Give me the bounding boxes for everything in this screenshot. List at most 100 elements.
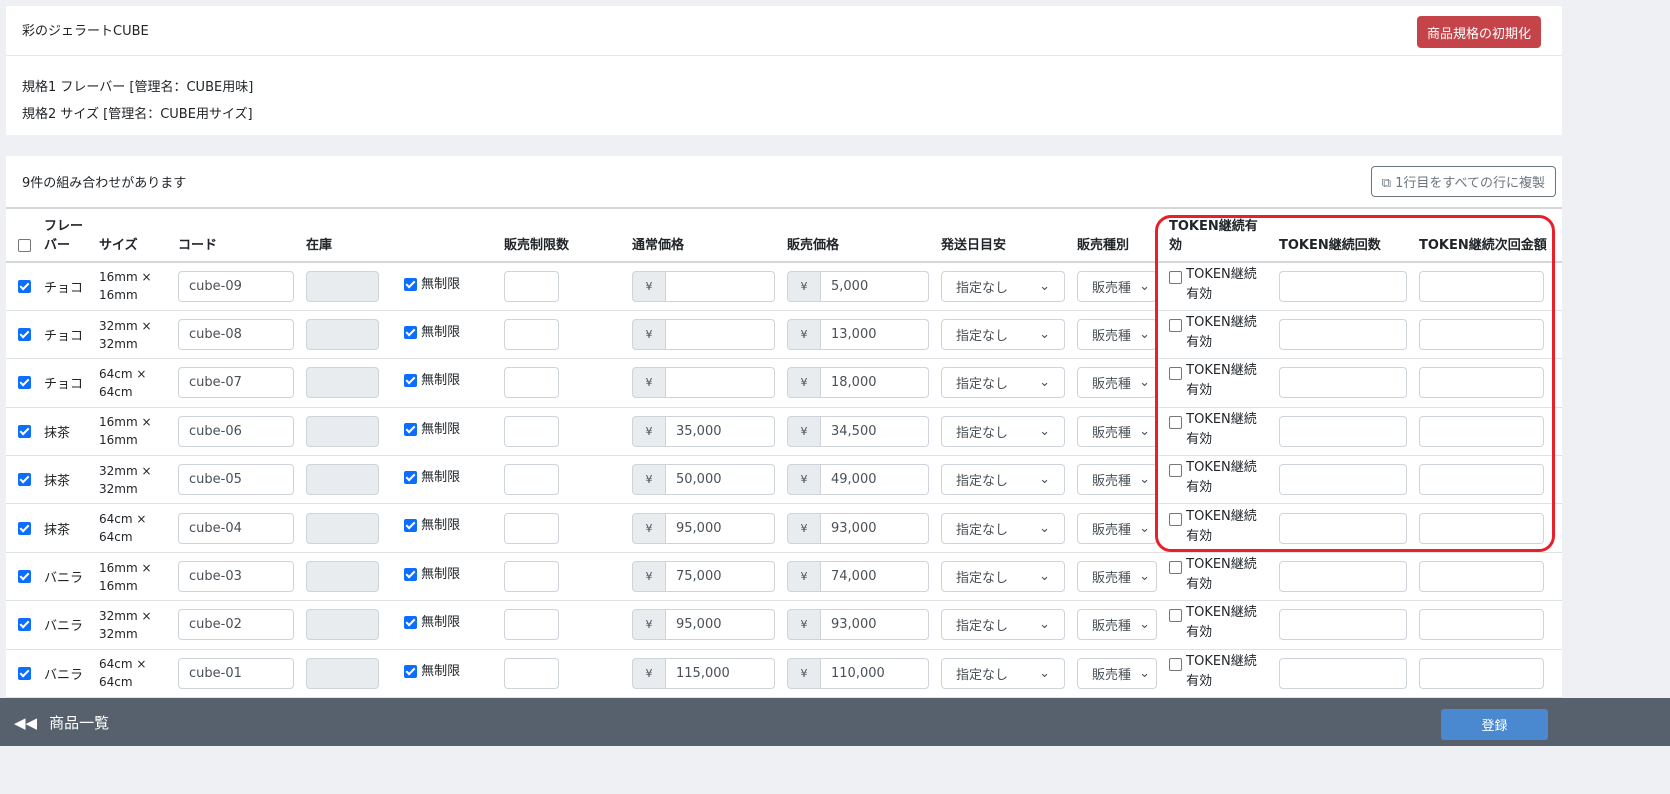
token-next-amount-input[interactable] <box>1419 561 1544 593</box>
sale-type-select[interactable]: 販売種 ⌄ <box>1077 561 1157 593</box>
normal-price-input[interactable]: 35,000 <box>666 415 775 447</box>
row-checkbox[interactable] <box>18 666 31 680</box>
sale-type-select[interactable]: 販売種 ⌄ <box>1077 512 1157 544</box>
shipping-select[interactable]: 指定なし ⌄ <box>941 561 1065 593</box>
unlimited-checkbox[interactable] <box>404 616 417 630</box>
sale-type-select[interactable]: 販売種 ⌄ <box>1077 464 1157 496</box>
code-input[interactable]: cube-06 <box>178 415 294 447</box>
token-checkbox[interactable] <box>1169 464 1182 478</box>
sale-price-input[interactable]: 49,000 <box>821 464 929 496</box>
sale-price-input[interactable]: 18,000 <box>821 367 929 399</box>
code-input[interactable]: cube-04 <box>178 512 294 544</box>
token-count-input[interactable] <box>1279 415 1407 447</box>
sale-type-select[interactable]: 販売種 ⌄ <box>1077 657 1157 689</box>
sale-price-input[interactable]: 5,000 <box>821 270 929 302</box>
token-checkbox[interactable] <box>1169 657 1182 671</box>
token-count-input[interactable] <box>1279 609 1407 641</box>
token-next-amount-input[interactable] <box>1419 319 1544 351</box>
sale-limit-input[interactable] <box>504 367 559 399</box>
token-count-input[interactable] <box>1279 367 1407 399</box>
unlimited-checkbox[interactable] <box>404 567 417 581</box>
normal-price-input[interactable]: 95,000 <box>666 512 775 544</box>
token-next-amount-input[interactable] <box>1419 464 1544 496</box>
sale-type-select[interactable]: 販売種 ⌄ <box>1077 270 1157 302</box>
sale-price-input[interactable]: 93,000 <box>821 512 929 544</box>
normal-price-input[interactable]: 50,000 <box>666 464 775 496</box>
register-button[interactable]: 登録 <box>1441 709 1548 740</box>
token-next-amount-input[interactable] <box>1419 609 1544 641</box>
sale-limit-input[interactable] <box>504 319 559 351</box>
unlimited-checkbox[interactable] <box>404 664 417 678</box>
code-input[interactable]: cube-07 <box>178 367 294 399</box>
copy-first-row-button[interactable]: ⧉ 1行目をすべての行に複製 <box>1370 166 1556 197</box>
code-input[interactable]: cube-01 <box>178 657 294 689</box>
select-all-checkbox[interactable] <box>18 239 31 252</box>
sale-type-select[interactable]: 販売種 ⌄ <box>1077 609 1157 641</box>
row-checkbox[interactable] <box>18 376 31 390</box>
unlimited-checkbox[interactable] <box>404 471 417 485</box>
row-checkbox[interactable] <box>18 328 31 342</box>
token-count-input[interactable] <box>1279 464 1407 496</box>
normal-price-input[interactable]: 75,000 <box>666 561 775 593</box>
row-checkbox[interactable] <box>18 424 31 438</box>
stock-input[interactable] <box>306 367 379 399</box>
sale-limit-input[interactable] <box>504 415 559 447</box>
sale-limit-input[interactable] <box>504 464 559 496</box>
shipping-select[interactable]: 指定なし ⌄ <box>941 512 1065 544</box>
row-checkbox[interactable] <box>18 521 31 535</box>
token-next-amount-input[interactable] <box>1419 512 1544 544</box>
stock-input[interactable] <box>306 464 379 496</box>
shipping-select[interactable]: 指定なし ⌄ <box>941 415 1065 447</box>
sale-price-input[interactable]: 13,000 <box>821 319 929 351</box>
token-count-input[interactable] <box>1279 561 1407 593</box>
row-checkbox[interactable] <box>18 279 31 293</box>
normal-price-input[interactable] <box>666 270 775 302</box>
sale-price-input[interactable]: 74,000 <box>821 561 929 593</box>
shipping-select[interactable]: 指定なし ⌄ <box>941 319 1065 351</box>
code-input[interactable]: cube-09 <box>178 270 294 302</box>
stock-input[interactable] <box>306 561 379 593</box>
normal-price-input[interactable] <box>666 367 775 399</box>
token-next-amount-input[interactable] <box>1419 367 1544 399</box>
normal-price-input[interactable]: 95,000 <box>666 609 775 641</box>
sale-limit-input[interactable] <box>504 270 559 302</box>
sale-limit-input[interactable] <box>504 561 559 593</box>
normal-price-input[interactable]: 115,000 <box>666 657 775 689</box>
token-count-input[interactable] <box>1279 512 1407 544</box>
normal-price-input[interactable] <box>666 319 775 351</box>
sale-type-select[interactable]: 販売種 ⌄ <box>1077 367 1157 399</box>
sale-type-select[interactable]: 販売種 ⌄ <box>1077 415 1157 447</box>
token-count-input[interactable] <box>1279 319 1407 351</box>
token-next-amount-input[interactable] <box>1419 415 1544 447</box>
token-next-amount-input[interactable] <box>1419 657 1544 689</box>
code-input[interactable]: cube-08 <box>178 319 294 351</box>
stock-input[interactable] <box>306 319 379 351</box>
token-checkbox[interactable] <box>1169 270 1182 284</box>
token-checkbox[interactable] <box>1169 512 1182 526</box>
code-input[interactable]: cube-05 <box>178 464 294 496</box>
shipping-select[interactable]: 指定なし ⌄ <box>941 464 1065 496</box>
stock-input[interactable] <box>306 609 379 641</box>
back-to-list-link[interactable]: ◀◀ 商品一覧 <box>14 712 109 733</box>
reset-spec-button[interactable]: 商品規格の初期化 <box>1416 16 1541 48</box>
unlimited-checkbox[interactable] <box>404 278 417 291</box>
code-input[interactable]: cube-03 <box>178 561 294 593</box>
unlimited-checkbox[interactable] <box>404 422 417 436</box>
shipping-select[interactable]: 指定なし ⌄ <box>941 657 1065 689</box>
row-checkbox[interactable] <box>18 618 31 632</box>
stock-input[interactable] <box>306 512 379 544</box>
shipping-select[interactable]: 指定なし ⌄ <box>941 609 1065 641</box>
token-checkbox[interactable] <box>1169 415 1182 429</box>
sale-limit-input[interactable] <box>504 657 559 689</box>
unlimited-checkbox[interactable] <box>404 325 417 339</box>
code-input[interactable]: cube-02 <box>178 609 294 641</box>
token-checkbox[interactable] <box>1169 367 1182 381</box>
token-count-input[interactable] <box>1279 270 1407 302</box>
shipping-select[interactable]: 指定なし ⌄ <box>941 367 1065 399</box>
row-checkbox[interactable] <box>18 570 31 584</box>
shipping-select[interactable]: 指定なし ⌄ <box>941 270 1065 302</box>
unlimited-checkbox[interactable] <box>404 374 417 388</box>
sale-limit-input[interactable] <box>504 609 559 641</box>
sale-price-input[interactable]: 110,000 <box>821 657 929 689</box>
unlimited-checkbox[interactable] <box>404 519 417 533</box>
